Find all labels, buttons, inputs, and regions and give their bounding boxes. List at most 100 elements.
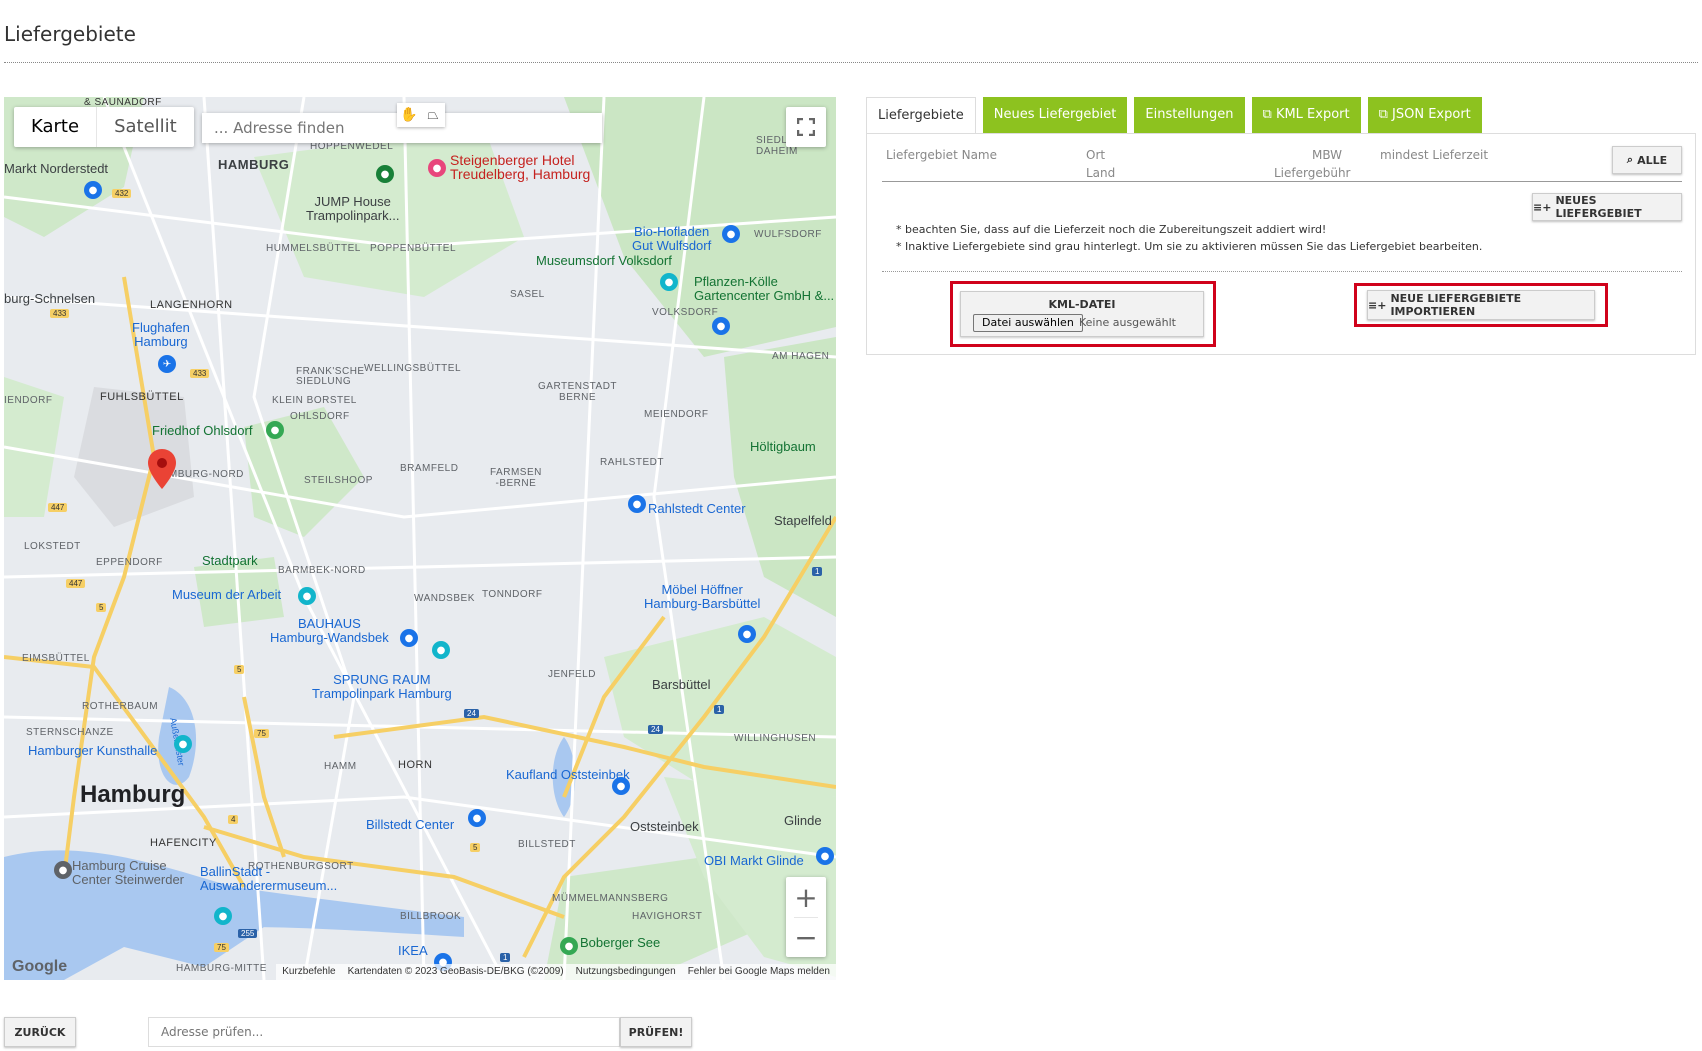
- road-number: 4: [228, 815, 239, 824]
- museum-poi-icon[interactable]: ●: [660, 273, 678, 291]
- shopping-poi-icon[interactable]: ●: [722, 225, 740, 243]
- tab-neues-liefergebiet[interactable]: Neues Liefergebiet: [982, 97, 1128, 133]
- search-icon: ⌕: [1626, 153, 1634, 166]
- tab-label: JSON Export: [1392, 107, 1471, 122]
- map-label: Hamburger Kunsthalle: [28, 743, 158, 758]
- road-number: 1: [714, 705, 725, 714]
- map-label: Oststeinbek: [630, 819, 699, 834]
- location-marker-icon[interactable]: [148, 449, 176, 489]
- notes-divider: [882, 271, 1682, 272]
- hotel-poi-icon[interactable]: ●: [428, 159, 446, 177]
- attraction-poi-icon[interactable]: ●: [432, 641, 450, 659]
- shopping-poi-icon[interactable]: ●: [628, 495, 646, 513]
- import-label: NEUE LIEFERGEBIETE IMPORTIEREN: [1390, 292, 1522, 318]
- road-number: 75: [214, 943, 229, 952]
- zoom-in-button[interactable]: +: [786, 877, 826, 917]
- map-label: MEIENDORF: [644, 409, 709, 420]
- file-choose-button[interactable]: Datei auswählen: [973, 314, 1083, 332]
- map-label: burg-Schnelsen: [4, 291, 96, 306]
- shopping-poi-icon[interactable]: ●: [612, 777, 630, 795]
- external-link-icon: ⧉: [1262, 107, 1276, 122]
- museum-poi-icon[interactable]: ●: [174, 735, 192, 753]
- header-land[interactable]: Land: [1086, 166, 1115, 180]
- map-label: JENFELD: [548, 669, 596, 680]
- airport-icon[interactable]: ✈: [158, 355, 176, 373]
- map-type-karte-button[interactable]: Karte: [14, 107, 98, 147]
- shopping-poi-icon[interactable]: ●: [468, 809, 486, 827]
- back-button[interactable]: ZURÜCK: [4, 1017, 76, 1047]
- map-label: WILLINGHUSEN: [734, 733, 817, 744]
- map-type-satellit-button[interactable]: Satellit: [97, 107, 194, 147]
- map-label: STERNSCHANZE: [26, 727, 114, 738]
- polygon-draw-icon[interactable]: ⏢: [421, 103, 445, 127]
- map-label: Friedhof Ohlsdorf: [152, 423, 253, 438]
- map-label: IENDORF: [4, 395, 53, 406]
- map-label: FARMSEN -BERNE: [490, 467, 542, 489]
- kml-label: KML-DATEI: [1048, 298, 1116, 311]
- map-label: WANDSBEK: [414, 593, 475, 604]
- header-ort[interactable]: Ort: [1086, 148, 1105, 162]
- map-label: OBI Markt Glinde: [704, 853, 804, 868]
- road-number: 24: [648, 725, 663, 734]
- map-label: Pflanzen-Kölle Gartencenter GmbH &...: [694, 274, 835, 303]
- map-label: Höltigbaum: [750, 439, 816, 454]
- map-label: LOKSTEDT: [24, 541, 81, 552]
- tab-label: KML Export: [1275, 107, 1350, 122]
- park-poi-icon[interactable]: ●: [266, 421, 284, 439]
- header-lieferzeit[interactable]: mindest Lieferzeit: [1380, 148, 1488, 162]
- address-check-input[interactable]: [148, 1017, 620, 1047]
- shopping-poi-icon[interactable]: ●: [712, 317, 730, 335]
- map-label: Flughafen Hamburg: [132, 320, 190, 349]
- report-error-link[interactable]: Fehler bei Google Maps melden: [688, 964, 830, 980]
- road-number: 75: [254, 729, 269, 738]
- hand-icon[interactable]: ✋: [397, 103, 421, 127]
- all-button[interactable]: ⌕ ALLE: [1612, 146, 1682, 174]
- map-label: BARMBEK-NORD: [278, 565, 366, 576]
- map-label: TONNDORF: [482, 589, 543, 600]
- map[interactable]: & Saunadorf Markt Norderstedt HAMBURG St…: [4, 97, 836, 980]
- map-label: EIMSBÜTTEL: [22, 653, 90, 664]
- shopping-poi-icon[interactable]: ●: [738, 625, 756, 643]
- map-label: EPPENDORF: [96, 557, 163, 568]
- import-button[interactable]: ≡+ NEUE LIEFERGEBIETE IMPORTIEREN: [1367, 290, 1595, 320]
- header-name[interactable]: Liefergebiet Name: [886, 148, 997, 162]
- header-gebuehr[interactable]: Liefergebühr: [1274, 166, 1351, 180]
- map-label: FRANK'SCHE SIEDLUNG: [296, 366, 365, 387]
- map-label: HAFENCITY: [150, 837, 217, 849]
- shopping-poi-icon[interactable]: ●: [84, 181, 102, 199]
- map-label: Hamburg: [80, 781, 186, 808]
- table-header-divider: [882, 181, 1682, 182]
- shopping-poi-icon[interactable]: ●: [816, 847, 834, 865]
- map-label: Stapelfeld: [774, 513, 832, 528]
- zoom-out-button[interactable]: −: [786, 918, 826, 957]
- tab-liefergebiete[interactable]: Liefergebiete: [866, 97, 976, 133]
- map-label: Bio-Hofladen Gut Wulfsdorf: [632, 224, 712, 253]
- map-label: BallinStadt - Auswanderermuseum...: [200, 864, 338, 893]
- tab-einstellungen[interactable]: Einstellungen: [1134, 97, 1245, 133]
- note-inaktive: * Inaktive Liefergebiete sind grau hinte…: [896, 240, 1483, 253]
- map-pin-poi-icon[interactable]: ●: [376, 165, 394, 183]
- museum-poi-icon[interactable]: ●: [298, 587, 316, 605]
- tab-json-export[interactable]: ⧉ JSON Export: [1367, 97, 1482, 133]
- keyboard-shortcuts-link[interactable]: Kurzbefehle: [282, 964, 335, 980]
- map-label: OHLSDORF: [290, 411, 350, 422]
- road-number: 433: [50, 309, 70, 318]
- terms-link[interactable]: Nutzungsbedingungen: [576, 964, 676, 980]
- museum-poi-icon[interactable]: ●: [214, 907, 232, 925]
- shopping-poi-icon[interactable]: ●: [400, 629, 418, 647]
- map-label: Hamburg Cruise Center Steinwerder: [72, 858, 184, 887]
- external-link-icon: ⧉: [1378, 107, 1393, 122]
- map-pin-poi-icon[interactable]: ●: [54, 861, 72, 879]
- check-button[interactable]: PRÜFEN!: [620, 1017, 692, 1047]
- tab-kml-export[interactable]: ⧉ KML Export: [1251, 97, 1361, 133]
- map-label: HUMMELSBÜTTEL: [266, 243, 361, 254]
- map-label: Museumsdorf Volksdorf: [536, 253, 672, 268]
- map-label: Glinde: [784, 813, 822, 828]
- add-list-icon: ≡+: [1533, 200, 1552, 214]
- map-label: HAMBURG: [218, 157, 290, 172]
- fullscreen-button[interactable]: [786, 107, 826, 147]
- header-mbw[interactable]: MBW: [1312, 148, 1342, 162]
- tab-bar: Liefergebiete Neues Liefergebiet Einstel…: [866, 97, 1482, 133]
- new-area-button[interactable]: ≡+ NEUES LIEFERGEBIET: [1532, 193, 1682, 221]
- park-poi-icon[interactable]: ●: [560, 937, 578, 955]
